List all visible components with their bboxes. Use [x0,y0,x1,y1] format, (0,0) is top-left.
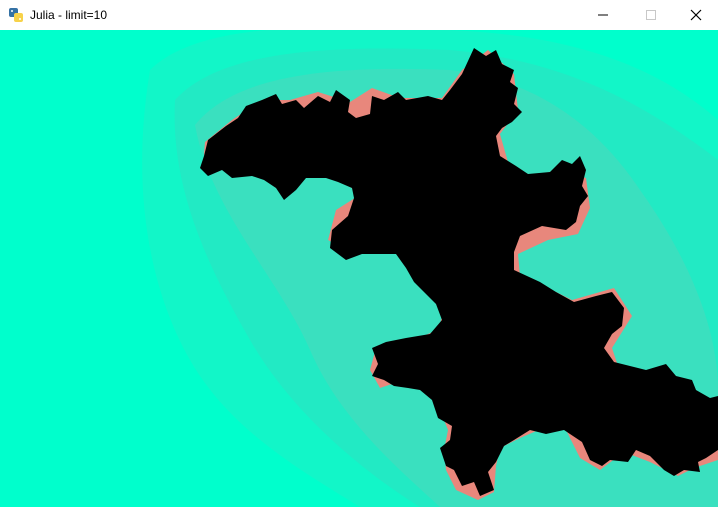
close-icon [690,9,702,21]
julia-set-render [0,30,718,507]
close-button[interactable] [673,0,718,30]
maximize-icon [646,10,656,20]
python-icon [8,7,24,23]
title-bar[interactable]: Julia - limit=10 [0,0,718,30]
window-title: Julia - limit=10 [30,8,108,22]
app-window: Julia - limit=10 [0,0,718,507]
minimize-button[interactable] [580,0,626,30]
minimize-icon [598,10,608,20]
fractal-canvas[interactable] [0,30,718,507]
maximize-button[interactable] [628,0,674,30]
